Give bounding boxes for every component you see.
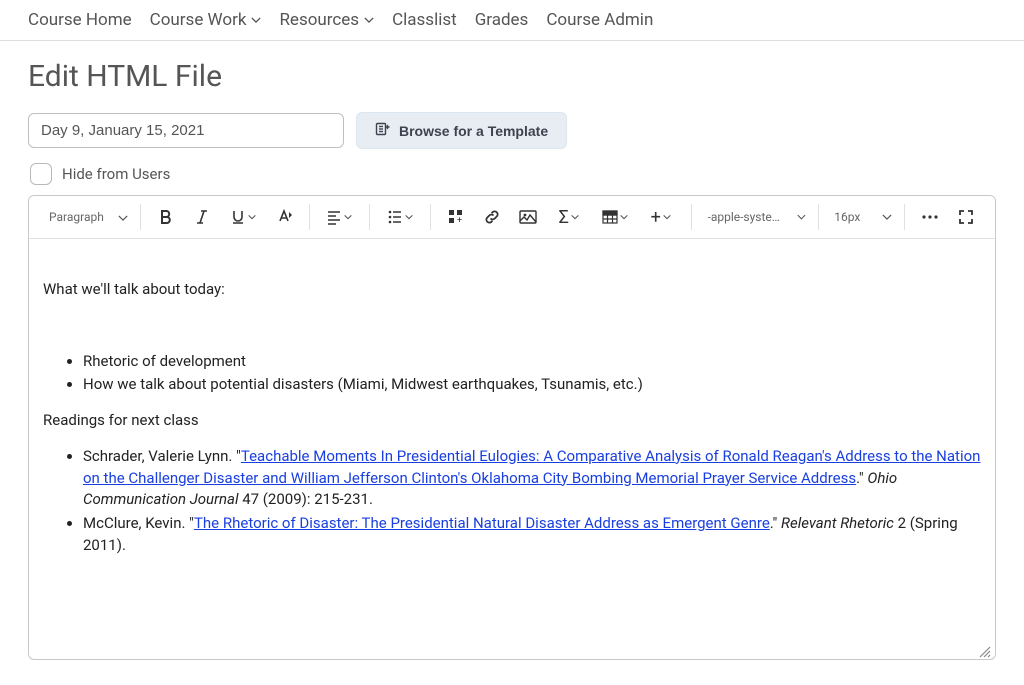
reading-link[interactable]: The Rhetoric of Disaster: The Presidenti… bbox=[194, 514, 770, 532]
html-editor: Paragraph bbox=[28, 195, 996, 660]
reading-sep: ." bbox=[770, 514, 781, 532]
reading-tail: 47 (2009): 215-231. bbox=[239, 490, 373, 508]
editor-content-area[interactable]: What we'll talk about today: Rhetoric of… bbox=[29, 239, 995, 659]
list-button[interactable] bbox=[378, 202, 422, 232]
nav-label: Classlist bbox=[392, 10, 457, 30]
hide-from-users-label: Hide from Users bbox=[62, 165, 170, 183]
file-title-input[interactable] bbox=[28, 113, 344, 148]
nav-resources[interactable]: Resources bbox=[279, 10, 374, 30]
nav-course-work[interactable]: Course Work bbox=[150, 10, 262, 30]
font-family-select[interactable]: -apple-system,… bbox=[700, 206, 810, 228]
font-size-label: 16px bbox=[834, 210, 860, 224]
separator bbox=[691, 204, 692, 230]
course-nav: Course Home Course Work Resources Classl… bbox=[0, 0, 1024, 41]
separator bbox=[140, 204, 141, 230]
text-color-button[interactable] bbox=[267, 202, 301, 232]
template-icon bbox=[375, 121, 391, 140]
reading-author: McClure, Kevin. " bbox=[83, 514, 194, 532]
list-item: McClure, Kevin. "The Rhetoric of Disaste… bbox=[83, 513, 981, 557]
insert-stuff-button[interactable]: + bbox=[439, 202, 473, 232]
insert-more-button[interactable]: + bbox=[639, 202, 683, 232]
table-button[interactable] bbox=[593, 202, 637, 232]
align-button[interactable] bbox=[317, 202, 361, 232]
chevron-down-icon bbox=[251, 15, 261, 25]
separator bbox=[369, 204, 370, 230]
separator bbox=[430, 204, 431, 230]
reading-source: Relevant Rhetoric bbox=[781, 514, 894, 532]
equation-button[interactable]: Σ bbox=[547, 202, 591, 232]
insert-link-button[interactable] bbox=[475, 202, 509, 232]
svg-text:+: + bbox=[457, 216, 462, 225]
readings-list: Schrader, Valerie Lynn. "Teachable Momen… bbox=[43, 446, 981, 557]
reading-sep: ." bbox=[856, 469, 867, 487]
overflow-menu-button[interactable] bbox=[913, 202, 947, 232]
nav-label: Course Admin bbox=[546, 10, 653, 30]
chevron-down-icon bbox=[118, 212, 128, 222]
font-family-label: -apple-system,… bbox=[708, 210, 783, 224]
hide-from-users-checkbox[interactable] bbox=[30, 163, 52, 185]
chevron-down-icon bbox=[364, 15, 374, 25]
topic-list: Rhetoric of development How we talk abou… bbox=[43, 351, 981, 397]
nav-label: Grades bbox=[475, 10, 529, 30]
nav-course-home[interactable]: Course Home bbox=[28, 10, 132, 30]
editor-toolbar: Paragraph bbox=[29, 196, 995, 238]
separator bbox=[818, 204, 819, 230]
browse-template-button[interactable]: Browse for a Template bbox=[356, 112, 567, 149]
block-format-select[interactable]: Paragraph bbox=[41, 206, 132, 228]
reading-author: Schrader, Valerie Lynn. " bbox=[83, 447, 241, 465]
nav-label: Resources bbox=[279, 10, 359, 30]
nav-course-admin[interactable]: Course Admin bbox=[546, 10, 653, 30]
insert-image-button[interactable] bbox=[511, 202, 545, 232]
bold-button[interactable] bbox=[149, 202, 183, 232]
browse-template-label: Browse for a Template bbox=[399, 123, 548, 139]
fullscreen-button[interactable] bbox=[949, 202, 983, 232]
nav-label: Course Work bbox=[150, 10, 247, 30]
page-title: Edit HTML File bbox=[28, 59, 996, 94]
list-item: Schrader, Valerie Lynn. "Teachable Momen… bbox=[83, 446, 981, 511]
nav-label: Course Home bbox=[28, 10, 132, 30]
separator bbox=[309, 204, 310, 230]
resize-grip-icon[interactable] bbox=[977, 643, 991, 657]
nav-grades[interactable]: Grades bbox=[475, 10, 529, 30]
intro-line: What we'll talk about today: bbox=[43, 279, 981, 301]
nav-classlist[interactable]: Classlist bbox=[392, 10, 457, 30]
list-item: Rhetoric of development bbox=[83, 351, 981, 373]
underline-button[interactable] bbox=[221, 202, 265, 232]
list-item: How we talk about potential disasters (M… bbox=[83, 374, 981, 396]
italic-button[interactable] bbox=[185, 202, 219, 232]
block-format-label: Paragraph bbox=[49, 210, 104, 224]
readings-header: Readings for next class bbox=[43, 410, 981, 432]
separator bbox=[904, 204, 905, 230]
font-size-select[interactable]: 16px bbox=[826, 206, 896, 228]
